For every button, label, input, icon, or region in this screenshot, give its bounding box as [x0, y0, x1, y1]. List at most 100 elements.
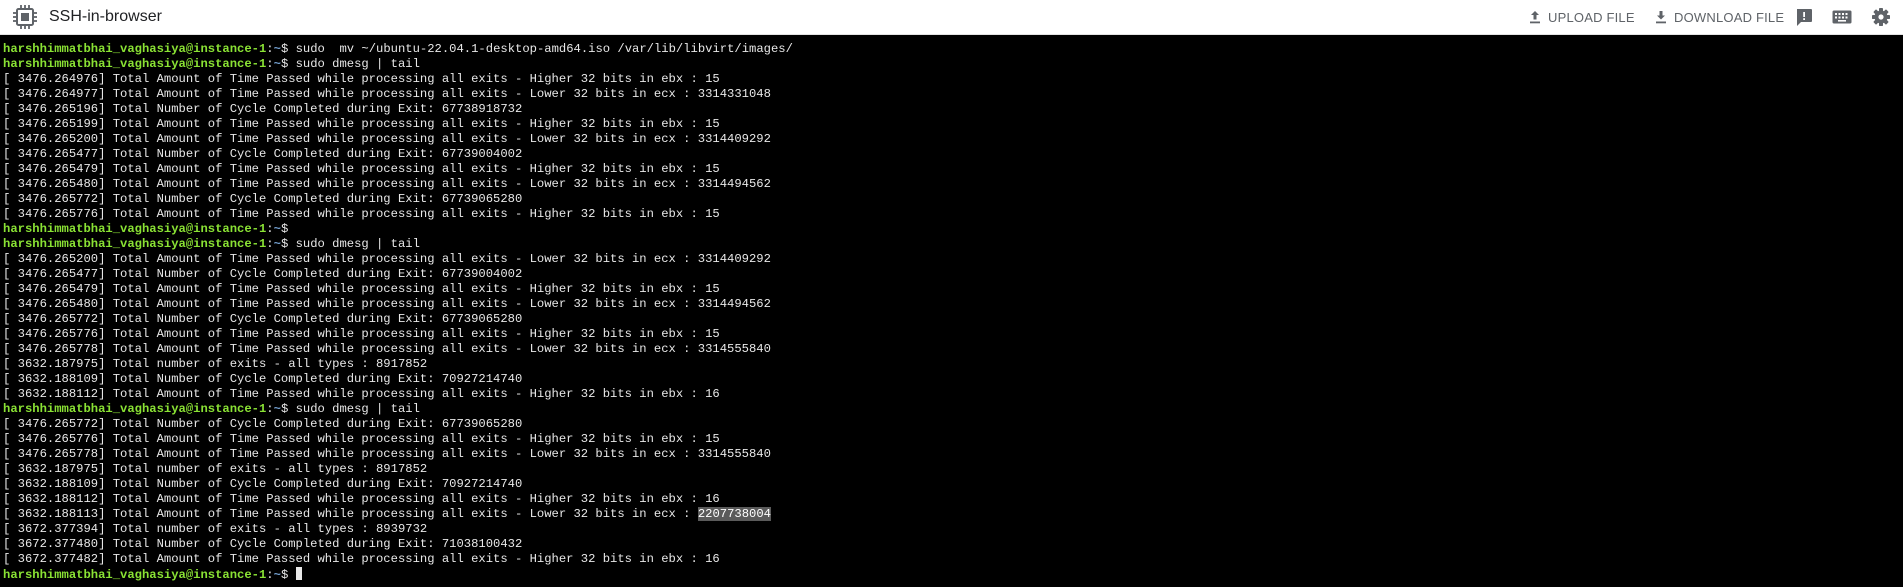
upload-file-button[interactable]: UPLOAD FILE [1527, 6, 1635, 28]
prompt-symbol: $ [280, 568, 296, 582]
prompt-symbol: $ [280, 402, 296, 416]
prompt-user-host: harshhimmatbhai_vaghasiya@instance-1 [3, 568, 267, 582]
output-line: [ 3476.265778] Total Amount of Time Pass… [3, 447, 1903, 462]
output-text: [ 3632.188112] Total Amount of Time Pass… [3, 492, 720, 506]
output-text: [ 3672.377480] Total Number of Cycle Com… [3, 537, 523, 551]
prompt-user-host: harshhimmatbhai_vaghasiya@instance-1 [3, 57, 267, 71]
output-line: [ 3476.265772] Total Number of Cycle Com… [3, 312, 1903, 327]
prompt-user-host: harshhimmatbhai_vaghasiya@instance-1 [3, 42, 267, 56]
output-text: [ 3476.265199] Total Amount of Time Pass… [3, 117, 720, 131]
prompt-line: harshhimmatbhai_vaghasiya@instance-1:~$ [3, 222, 1903, 237]
output-text: [ 3672.377394] Total number of exits - a… [3, 522, 428, 536]
output-text: [ 3632.187975] Total number of exits - a… [3, 357, 428, 371]
output-text: [ 3672.377482] Total Amount of Time Pass… [3, 552, 720, 566]
output-text: [ 3476.265480] Total Amount of Time Pass… [3, 297, 771, 311]
output-line: [ 3672.377394] Total number of exits - a… [3, 522, 1903, 537]
terminal-cursor [295, 567, 302, 580]
command-text: sudo dmesg | tail [295, 402, 420, 416]
command-text: sudo dmesg | tail [295, 237, 420, 251]
prompt-path: ~ [273, 237, 281, 251]
prompt-user-host: harshhimmatbhai_vaghasiya@instance-1 [3, 237, 267, 251]
prompt-path: ~ [273, 57, 281, 71]
output-text: [ 3476.265200] Total Amount of Time Pass… [3, 132, 771, 146]
output-line: [ 3476.265776] Total Amount of Time Pass… [3, 207, 1903, 222]
output-text: [ 3476.265200] Total Amount of Time Pass… [3, 252, 771, 266]
output-line: [ 3476.265772] Total Number of Cycle Com… [3, 417, 1903, 432]
prompt-line: harshhimmatbhai_vaghasiya@instance-1:~$ … [3, 57, 1903, 72]
prompt-path: ~ [273, 42, 281, 56]
output-line: [ 3632.188112] Total Amount of Time Pass… [3, 492, 1903, 507]
output-text: [ 3476.265772] Total Number of Cycle Com… [3, 312, 523, 326]
prompt-colon: : [266, 57, 274, 71]
output-text: [ 3476.265778] Total Amount of Time Pass… [3, 447, 771, 461]
output-line: [ 3476.265196] Total Number of Cycle Com… [3, 102, 1903, 117]
selected-text[interactable]: 2207738004 [697, 507, 771, 521]
output-text: [ 3476.265479] Total Amount of Time Pass… [3, 282, 720, 296]
output-line: [ 3632.188109] Total Number of Cycle Com… [3, 372, 1903, 387]
output-line: [ 3476.265200] Total Amount of Time Pass… [3, 252, 1903, 267]
output-line: [ 3476.264976] Total Amount of Time Pass… [3, 72, 1903, 87]
output-line: [ 3476.265479] Total Amount of Time Pass… [3, 162, 1903, 177]
output-text: [ 3476.265778] Total Amount of Time Pass… [3, 342, 771, 356]
upload-file-label: UPLOAD FILE [1548, 9, 1635, 25]
download-file-button[interactable]: DOWNLOAD FILE [1653, 6, 1784, 28]
output-text: [ 3476.265776] Total Amount of Time Pass… [3, 432, 720, 446]
output-line: [ 3672.377482] Total Amount of Time Pass… [3, 552, 1903, 567]
output-text: [ 3476.265480] Total Amount of Time Pass… [3, 177, 771, 191]
output-line: [ 3632.188109] Total Number of Cycle Com… [3, 477, 1903, 492]
keyboard-icon[interactable] [1831, 6, 1853, 28]
output-text: [ 3632.188113] Total Amount of Time Pass… [3, 507, 698, 521]
output-line: [ 3476.265477] Total Number of Cycle Com… [3, 147, 1903, 162]
output-text: [ 3476.265479] Total Amount of Time Pass… [3, 162, 720, 176]
top-toolbar: SSH-in-browser UPLOAD FILE DOWNLOAD FILE [0, 0, 1903, 35]
output-line: [ 3476.265480] Total Amount of Time Pass… [3, 177, 1903, 192]
terminal-output[interactable]: harshhimmatbhai_vaghasiya@instance-1:~$ … [0, 36, 1903, 587]
output-text: [ 3632.188112] Total Amount of Time Pass… [3, 387, 720, 401]
output-line: [ 3476.265200] Total Amount of Time Pass… [3, 132, 1903, 147]
command-text: sudo dmesg | tail [295, 57, 420, 71]
output-text: [ 3632.188109] Total Number of Cycle Com… [3, 372, 523, 386]
prompt-user-host: harshhimmatbhai_vaghasiya@instance-1 [3, 222, 267, 236]
download-icon [1656, 11, 1666, 24]
prompt-symbol: $ [280, 42, 296, 56]
output-line: [ 3476.265776] Total Amount of Time Pass… [3, 327, 1903, 342]
output-line: [ 3476.265776] Total Amount of Time Pass… [3, 432, 1903, 447]
output-text: [ 3476.265477] Total Number of Cycle Com… [3, 147, 523, 161]
prompt-symbol: $ [280, 57, 296, 71]
output-line: [ 3632.188112] Total Amount of Time Pass… [3, 387, 1903, 402]
output-text: [ 3476.265776] Total Amount of Time Pass… [3, 327, 720, 341]
feedback-icon[interactable] [1793, 6, 1815, 28]
output-text: [ 3476.264976] Total Amount of Time Pass… [3, 72, 720, 86]
prompt-path: ~ [273, 222, 281, 236]
output-line: [ 3632.187975] Total number of exits - a… [3, 462, 1903, 477]
output-line: [ 3672.377480] Total Number of Cycle Com… [3, 537, 1903, 552]
output-line: [ 3476.265199] Total Amount of Time Pass… [3, 117, 1903, 132]
prompt-symbol: $ [280, 222, 296, 236]
output-line: [ 3632.188113] Total Amount of Time Pass… [3, 507, 1903, 522]
app-title: SSH-in-browser [49, 8, 162, 25]
output-text: [ 3476.265772] Total Number of Cycle Com… [3, 192, 523, 206]
chip-logo-icon [13, 5, 37, 29]
output-text: [ 3476.265196] Total Number of Cycle Com… [3, 102, 523, 116]
output-text: [ 3632.187975] Total number of exits - a… [3, 462, 428, 476]
output-line: [ 3476.265479] Total Amount of Time Pass… [3, 282, 1903, 297]
command-text: sudo mv ~/ubuntu-22.04.1-desktop-amd64.i… [295, 42, 793, 56]
prompt-path: ~ [273, 402, 281, 416]
prompt-colon: : [266, 402, 274, 416]
output-line: [ 3476.264977] Total Amount of Time Pass… [3, 87, 1903, 102]
output-line: [ 3476.265772] Total Number of Cycle Com… [3, 192, 1903, 207]
prompt-colon: : [266, 42, 274, 56]
output-text: [ 3476.265772] Total Number of Cycle Com… [3, 417, 523, 431]
prompt-colon: : [266, 222, 274, 236]
prompt-line: harshhimmatbhai_vaghasiya@instance-1:~$ … [3, 237, 1903, 252]
settings-icon[interactable] [1870, 6, 1892, 28]
output-text: [ 3476.265477] Total Number of Cycle Com… [3, 267, 523, 281]
output-text: [ 3476.265776] Total Amount of Time Pass… [3, 207, 720, 221]
upload-icon [1530, 11, 1540, 24]
prompt-path: ~ [273, 568, 281, 582]
prompt-line: harshhimmatbhai_vaghasiya@instance-1:~$ … [3, 42, 1903, 57]
output-line: [ 3476.265778] Total Amount of Time Pass… [3, 342, 1903, 357]
download-file-label: DOWNLOAD FILE [1674, 9, 1785, 25]
output-line: [ 3632.187975] Total number of exits - a… [3, 357, 1903, 372]
prompt-user-host: harshhimmatbhai_vaghasiya@instance-1 [3, 402, 267, 416]
